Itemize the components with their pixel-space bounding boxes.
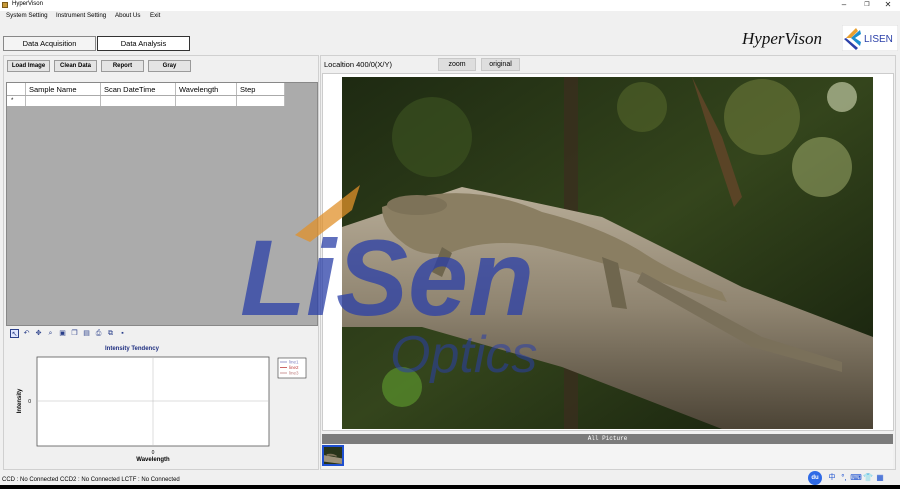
zoom-button[interactable]: zoom — [438, 58, 476, 71]
y-tick-label: 0 — [28, 399, 31, 405]
lisen-logo: LISEN — [842, 25, 898, 51]
chart-title: Intensity Tendency — [105, 346, 159, 352]
brand-title: HyperVison — [742, 29, 822, 48]
thumbnail-strip — [322, 444, 893, 469]
zoom-fit-icon[interactable]: ▣ — [58, 329, 67, 338]
column-scan-datetime[interactable]: Scan DateTime — [101, 83, 176, 95]
tab-data-acquisition[interactable]: Data Acquisition — [3, 36, 96, 51]
save-icon[interactable]: ▪ — [118, 329, 127, 338]
grid-header: Sample Name Scan DateTime Wavelength Ste… — [7, 83, 285, 96]
export-icon[interactable]: ⧉ — [106, 329, 115, 338]
column-wavelength[interactable]: Wavelength — [176, 83, 237, 95]
properties-icon[interactable]: ▤ — [82, 329, 91, 338]
legend-line3: line3 — [289, 371, 299, 376]
pointer-icon[interactable]: ↖ — [10, 329, 19, 338]
chart-legend: line1 line2 line3 — [277, 357, 307, 379]
ime-language-icon[interactable]: 中 — [826, 472, 838, 484]
x-axis-label: Wavelength — [136, 457, 170, 463]
close-button[interactable]: ✕ — [881, 0, 895, 11]
cell-scan-datetime[interactable] — [101, 96, 176, 106]
cell-wavelength[interactable] — [176, 96, 237, 106]
status-text: CCD : No Connected CCD2 : No Connected L… — [2, 477, 180, 483]
x-tick-label: 0 — [152, 450, 155, 456]
chart-toolbar: ↖ ↶ ✥ ⌕ ▣ ❐ ▤ ⎙ ⧉ ▪ — [10, 329, 127, 339]
print-icon[interactable]: ⎙ — [94, 329, 103, 338]
cell-sample-name[interactable] — [26, 96, 101, 106]
gray-button[interactable]: Gray — [148, 60, 191, 72]
report-button[interactable]: Report — [101, 60, 144, 72]
lizard-photo[interactable] — [342, 77, 873, 429]
legend-line1: line1 — [289, 360, 299, 365]
maximize-button[interactable]: ❐ — [860, 0, 874, 11]
location-readout: Localtion 400/0(X/Y) — [324, 60, 392, 69]
minimize-button[interactable]: – — [837, 0, 851, 11]
skin-icon[interactable]: 👕 — [862, 472, 874, 484]
svg-text:LISEN: LISEN — [864, 34, 893, 45]
app-icon — [2, 2, 8, 8]
all-picture-bar: All Picture — [322, 434, 893, 444]
cell-step[interactable] — [237, 96, 285, 106]
punctuation-icon[interactable]: °, — [838, 472, 850, 484]
undo-icon[interactable]: ↶ — [22, 329, 31, 338]
new-row-marker: * — [7, 96, 26, 106]
intensity-chart[interactable]: 0 0 Wavelength Intensity line1 line2 lin… — [10, 354, 310, 466]
title-bar — [0, 0, 900, 11]
baidu-ime-icon[interactable]: du — [808, 471, 822, 485]
window-title: HyperVison — [12, 1, 43, 7]
menu-system-setting[interactable]: System Setting — [6, 12, 48, 19]
menu-exit[interactable]: Exit — [150, 12, 160, 19]
column-sample-name[interactable]: Sample Name — [26, 83, 101, 95]
column-step[interactable]: Step — [237, 83, 285, 95]
menu-about-us[interactable]: About Us — [115, 12, 140, 19]
y-axis-label: Intensity — [17, 388, 23, 413]
keyboard-icon[interactable]: ⌨ — [850, 472, 862, 484]
tools-icon[interactable]: ▦ — [874, 472, 886, 484]
table-row[interactable]: * — [7, 96, 285, 106]
grid-row-header — [7, 83, 26, 95]
thumbnail-image[interactable] — [322, 445, 344, 466]
zoom-icon[interactable]: ⌕ — [46, 329, 55, 338]
menu-instrument-setting[interactable]: Instrument Setting — [56, 12, 106, 19]
pan-icon[interactable]: ✥ — [34, 329, 43, 338]
original-button[interactable]: original — [481, 58, 520, 71]
copy-icon[interactable]: ❐ — [70, 329, 79, 338]
taskbar-edge — [0, 485, 900, 489]
clean-data-button[interactable]: Clean Data — [54, 60, 97, 72]
load-image-button[interactable]: Load Image — [7, 60, 50, 72]
tab-data-analysis[interactable]: Data Analysis — [97, 36, 190, 51]
data-grid[interactable] — [6, 82, 318, 326]
legend-line2: line2 — [289, 365, 299, 370]
